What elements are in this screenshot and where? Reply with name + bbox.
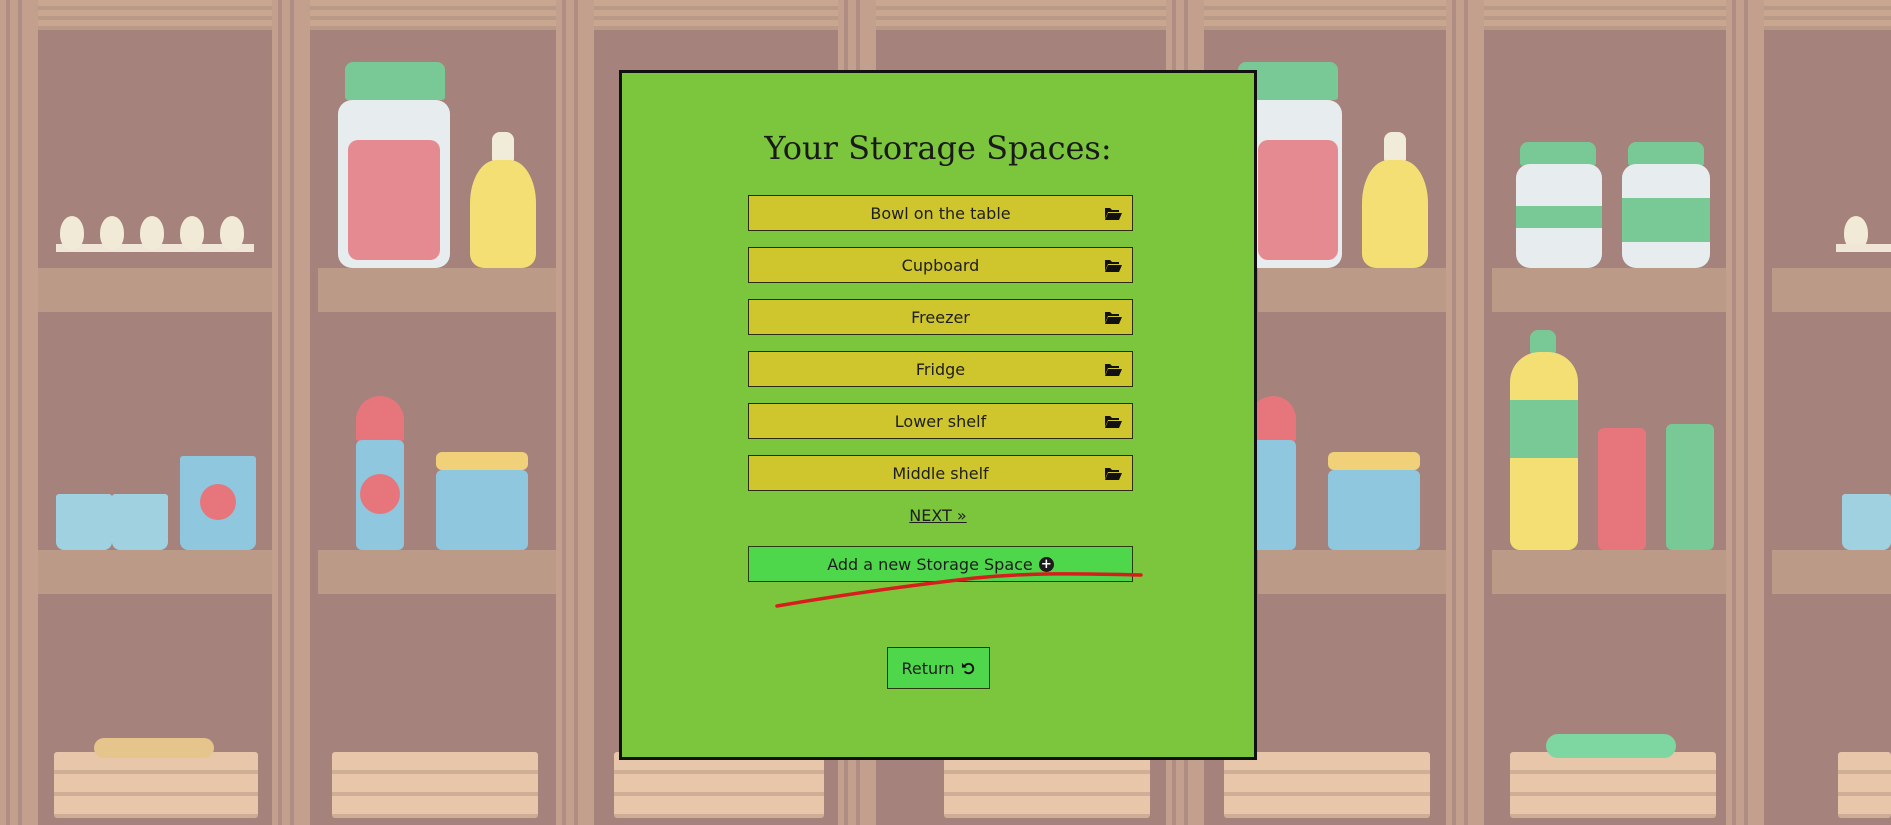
pantry-post — [556, 0, 594, 825]
add-storage-space-button[interactable]: Add a new Storage Space + — [748, 546, 1133, 582]
storage-space-button[interactable]: Bowl on the table — [748, 195, 1133, 231]
pantry-post — [1726, 0, 1764, 825]
storage-space-label: Freezer — [911, 307, 970, 327]
vegetable-crate — [614, 752, 824, 818]
undo-icon — [961, 662, 974, 674]
pantry-shelf — [1258, 550, 1446, 594]
return-button[interactable]: Return — [887, 647, 990, 689]
return-label: Return — [901, 658, 955, 678]
pantry-post — [0, 0, 38, 825]
storage-space-button[interactable]: Middle shelf — [748, 455, 1133, 491]
potatoes — [94, 738, 214, 758]
pantry-post — [272, 0, 310, 825]
lettuce — [1546, 734, 1676, 758]
folder-open-icon — [1105, 208, 1122, 220]
add-storage-space-label: Add a new Storage Space — [827, 554, 1033, 574]
storage-space-button[interactable]: Freezer — [748, 299, 1133, 335]
storage-space-button[interactable]: Cupboard — [748, 247, 1133, 283]
pantry-shelf — [1772, 268, 1891, 312]
next-page-link[interactable]: NEXT » — [622, 506, 1254, 525]
pantry-shelf — [38, 550, 272, 594]
storage-space-label: Lower shelf — [894, 411, 987, 431]
storage-space-label: Cupboard — [901, 255, 980, 275]
pantry-shelf — [318, 550, 556, 594]
storage-space-button[interactable]: Fridge — [748, 351, 1133, 387]
pantry-shelf — [1492, 268, 1726, 312]
folder-open-icon — [1105, 364, 1122, 376]
vegetable-crate — [332, 752, 538, 818]
folder-open-icon — [1105, 260, 1122, 272]
storage-space-label: Bowl on the table — [870, 203, 1011, 223]
vegetable-crate — [1838, 752, 1891, 818]
storage-space-label: Middle shelf — [892, 463, 989, 483]
storage-spaces-panel: Your Storage Spaces: Bowl on the table C… — [619, 70, 1257, 760]
storage-space-label: Fridge — [915, 359, 966, 379]
vegetable-crate — [1224, 752, 1430, 818]
vegetable-crate — [944, 752, 1150, 818]
vegetable-crate — [54, 752, 258, 818]
storage-space-button[interactable]: Lower shelf — [748, 403, 1133, 439]
folder-open-icon — [1105, 312, 1122, 324]
page-title: Your Storage Spaces: — [764, 129, 1112, 167]
pantry-shelf — [1772, 550, 1891, 594]
pantry-shelf — [38, 268, 272, 312]
pantry-post — [1446, 0, 1484, 825]
plus-circle-icon: + — [1038, 556, 1054, 572]
folder-open-icon — [1105, 468, 1122, 480]
storage-space-list: Bowl on the table Cupboard Freezer Fridg… — [748, 195, 1133, 507]
folder-open-icon — [1105, 416, 1122, 428]
pantry-shelf — [1258, 268, 1446, 312]
pantry-shelf — [318, 268, 556, 312]
vegetable-crate — [1510, 752, 1716, 818]
pantry-shelf — [1492, 550, 1726, 594]
